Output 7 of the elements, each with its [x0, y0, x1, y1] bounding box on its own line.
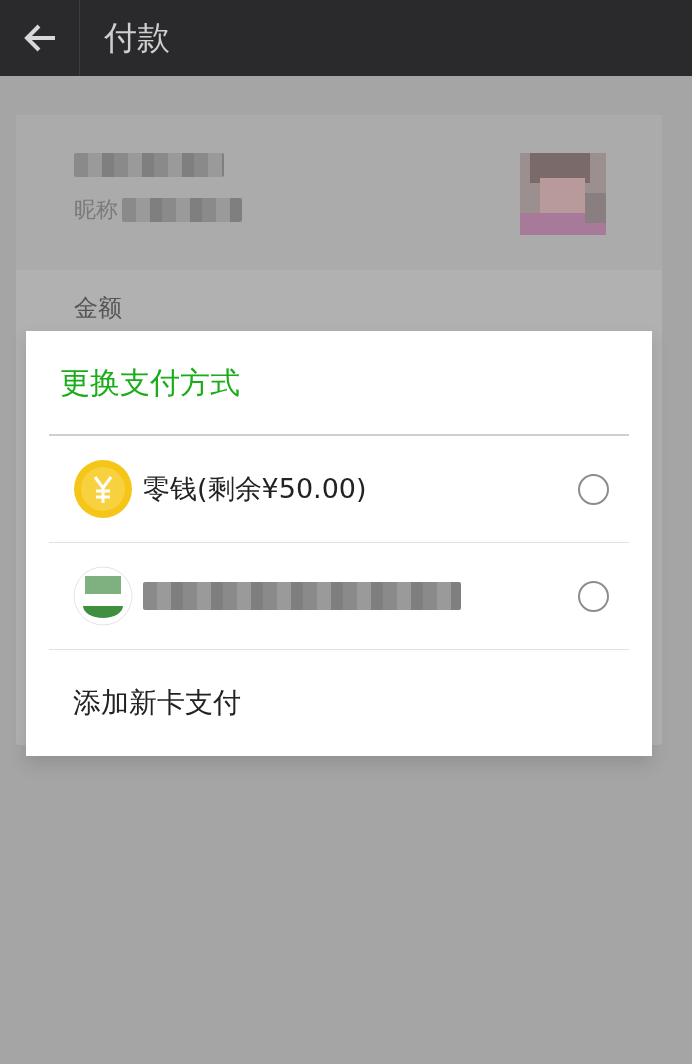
amount-label: 金额 — [74, 294, 122, 322]
radio-button[interactable] — [578, 473, 609, 505]
coin-icon — [73, 459, 133, 519]
radio-button[interactable] — [578, 580, 609, 612]
page-title: 付款 — [103, 17, 170, 60]
bank-icon — [73, 566, 133, 626]
back-arrow-icon — [22, 23, 57, 53]
